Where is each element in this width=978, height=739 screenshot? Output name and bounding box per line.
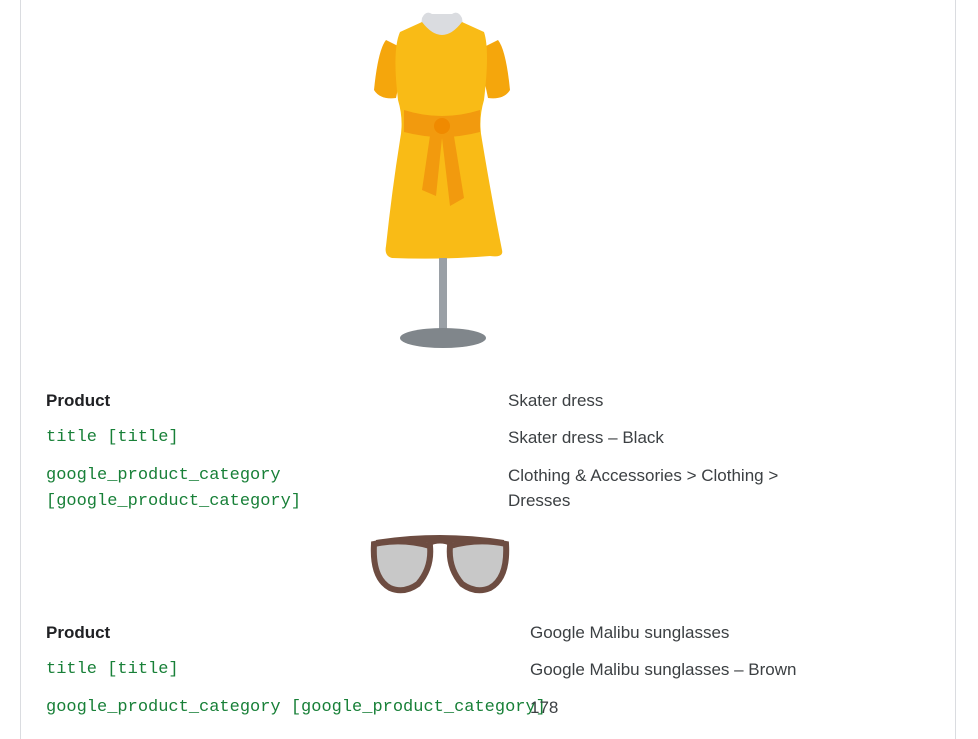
attribute-value: Skater dress – Black — [508, 428, 664, 447]
attribute-value-line1: Clothing & Accessories > Clothing > — [508, 466, 779, 485]
attribute-value: 178 — [530, 698, 559, 717]
attribute-code: title [title] — [46, 660, 179, 679]
sunglasses-icon — [370, 535, 510, 594]
attribute-value-line2: Dresses — [508, 491, 571, 510]
dress-on-mannequin-icon — [374, 12, 510, 348]
attribute-label: Product — [46, 623, 111, 642]
attribute-code: google_product_category [google_product_… — [46, 698, 546, 717]
attribute-code-line2: [google_product_category] — [46, 492, 302, 511]
attribute-value: Google Malibu sunglasses – Brown — [530, 660, 797, 679]
attribute-code-line1: google_product_category — [46, 466, 281, 485]
attribute-value: Skater dress — [508, 391, 604, 410]
table-row: google_product_category [google_product_… — [46, 463, 978, 515]
attribute-value: Google Malibu sunglasses — [530, 623, 730, 642]
attribute-label: Product — [46, 391, 111, 410]
attribute-code: title [title] — [46, 428, 179, 447]
